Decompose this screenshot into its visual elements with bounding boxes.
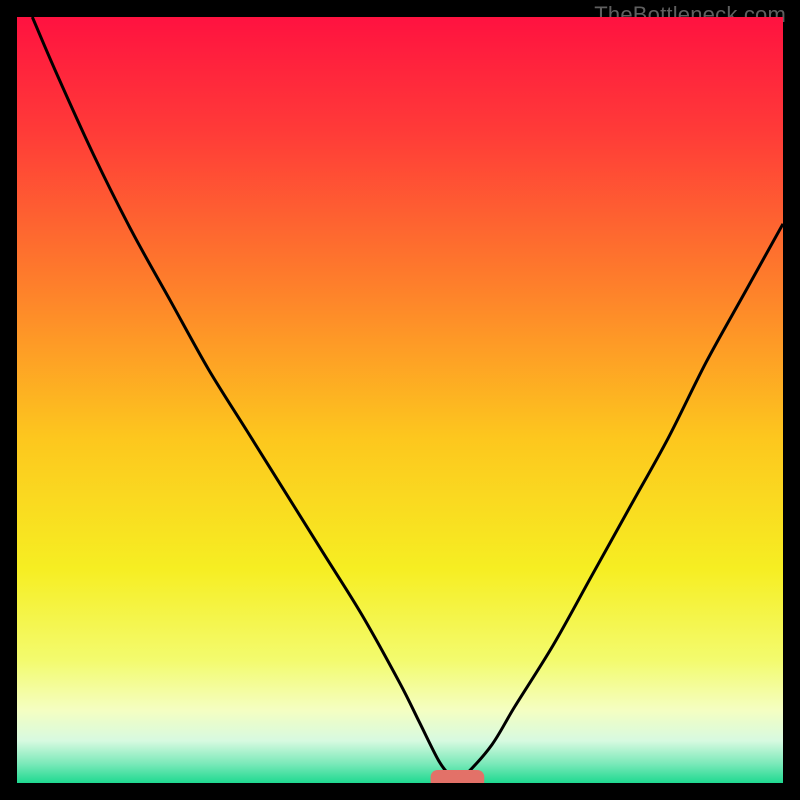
plot-area <box>17 17 783 783</box>
gradient-background <box>17 17 783 783</box>
bottleneck-chart <box>17 17 783 783</box>
outer-frame: TheBottleneck.com <box>0 0 800 800</box>
minimum-marker <box>431 770 485 783</box>
